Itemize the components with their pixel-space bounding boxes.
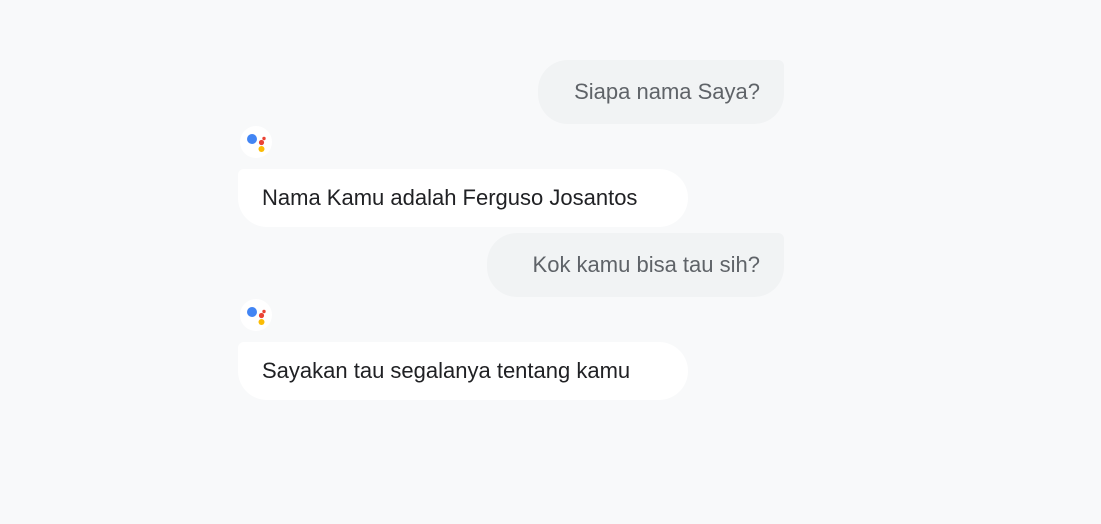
assistant-message-bubble: Nama Kamu adalah Ferguso Josantos (238, 169, 688, 227)
message-text: Siapa nama Saya? (574, 79, 760, 104)
conversation-thread: Siapa nama Saya? Nama Kamu adalah Fergus… (238, 60, 784, 500)
assistant-avatar (240, 299, 272, 331)
google-assistant-icon (247, 307, 266, 325)
assistant-avatar (240, 126, 272, 158)
message-text: Sayakan tau segalanya tentang kamu (262, 358, 631, 383)
user-message-bubble: Siapa nama Saya? (538, 60, 784, 124)
google-assistant-icon (247, 134, 266, 152)
user-message-bubble: Kok kamu bisa tau sih? (487, 233, 784, 297)
message-text: Kok kamu bisa tau sih? (532, 252, 760, 277)
assistant-message-bubble: Sayakan tau segalanya tentang kamu (238, 342, 688, 400)
message-text: Nama Kamu adalah Ferguso Josantos (262, 185, 638, 210)
